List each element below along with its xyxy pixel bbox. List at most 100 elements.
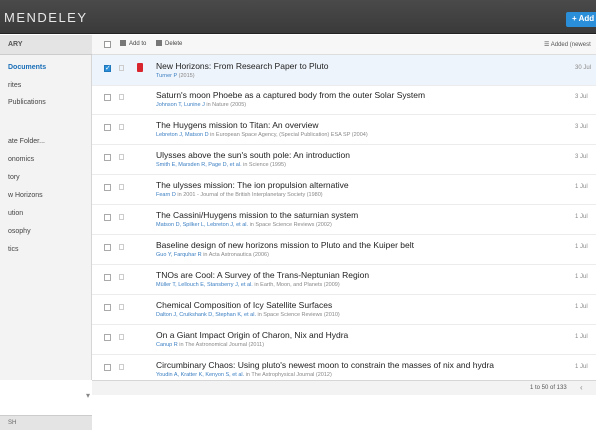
document-authors[interactable]: Smith E, Marsden R, Page D, et al. <box>156 162 242 168</box>
document-title[interactable]: The ulysses mission: The ion propulsion … <box>156 180 349 190</box>
favorite-star-icon[interactable] <box>119 304 124 310</box>
sort-dropdown[interactable]: ☰ Added (newest <box>544 41 591 48</box>
sidebar-item-my-publications[interactable]: Publications <box>8 99 46 106</box>
sort-label: Added (newest <box>550 42 591 48</box>
document-source: in Space Science Reviews (2010) <box>257 312 340 318</box>
document-list: New Horizons: From Research Paper to Plu… <box>92 55 596 379</box>
favorite-star-icon[interactable] <box>119 334 124 340</box>
document-authors[interactable]: Canup R <box>156 342 178 348</box>
select-all-checkbox[interactable] <box>104 41 111 48</box>
document-authors[interactable]: Youdin A, Kratter K, Kenyon S, et al. <box>156 372 244 378</box>
table-row[interactable]: Saturn's moon Phoebe as a captured body … <box>92 84 596 115</box>
favorite-star-icon[interactable] <box>119 364 124 370</box>
sidebar-item-folder-2[interactable]: tory <box>8 174 20 181</box>
table-row[interactable]: The ulysses mission: The ion propulsion … <box>92 174 596 205</box>
document-authors[interactable]: Lebreton J, Matson D <box>156 132 209 138</box>
table-row[interactable]: Circumbinary Chaos: Using pluto's newest… <box>92 354 596 379</box>
favorite-star-icon[interactable] <box>119 214 124 220</box>
favorite-star-icon[interactable] <box>119 244 124 250</box>
document-title[interactable]: Ulysses above the sun's south pole: An i… <box>156 150 350 160</box>
row-checkbox[interactable] <box>104 274 111 281</box>
add-to-label: Add to <box>129 41 147 47</box>
date-added: 1 Jul <box>575 274 588 280</box>
row-checkbox[interactable] <box>104 94 111 101</box>
table-row[interactable]: On a Giant Impact Origin of Charon, Nix … <box>92 324 596 355</box>
favorite-star-icon[interactable] <box>119 154 124 160</box>
app-brand: MENDELEY <box>4 10 88 25</box>
sidebar-item-create-folder[interactable]: ate Folder... <box>8 138 45 145</box>
date-added: 3 Jul <box>575 94 588 100</box>
document-title[interactable]: Baseline design of new horizons mission … <box>156 240 414 250</box>
delete-button[interactable]: Delete <box>156 40 182 47</box>
document-title[interactable]: The Cassini/Huygens mission to the satur… <box>156 210 358 220</box>
document-source: in Science (1995) <box>243 162 286 168</box>
document-title[interactable]: Circumbinary Chaos: Using pluto's newest… <box>156 360 494 370</box>
document-authors[interactable]: Guo Y, Farquhar R <box>156 252 202 258</box>
table-row[interactable]: Ulysses above the sun's south pole: An i… <box>92 144 596 175</box>
document-title[interactable]: Saturn's moon Phoebe as a captured body … <box>156 90 425 100</box>
document-authors[interactable]: Johnson T, Lunine J <box>156 102 205 108</box>
document-meta: Lebreton J, Matson D in European Space A… <box>156 132 368 138</box>
document-source: in The Astrophysical Journal (2012) <box>245 372 332 378</box>
row-checkbox[interactable] <box>104 124 111 131</box>
row-checkbox[interactable] <box>104 184 111 191</box>
document-toolbar: Add to Delete ☰ Added (newest <box>92 35 596 55</box>
favorite-star-icon[interactable] <box>119 274 124 280</box>
sidebar-item-folder-6[interactable]: tics <box>8 246 19 253</box>
document-meta: Guo Y, Farquhar R in Acta Astronautica (… <box>156 252 269 258</box>
sidebar-scroll-arrow-icon[interactable]: ▾ <box>86 391 90 400</box>
table-row[interactable]: The Huygens mission to Titan: An overvie… <box>92 114 596 145</box>
row-checkbox[interactable] <box>104 334 111 341</box>
favorite-star-icon[interactable] <box>119 124 124 130</box>
table-row[interactable]: New Horizons: From Research Paper to Plu… <box>92 55 596 86</box>
document-authors[interactable]: Fearn D <box>156 192 176 198</box>
chevron-left-icon[interactable]: ‹ <box>580 383 583 392</box>
document-title[interactable]: New Horizons: From Research Paper to Plu… <box>156 61 328 71</box>
table-row[interactable]: Chemical Composition of Icy Satellite Su… <box>92 294 596 325</box>
sidebar-item-folder-1[interactable]: onomics <box>8 156 34 163</box>
date-added: 30 Jul <box>575 65 592 71</box>
favorite-star-icon[interactable] <box>119 65 124 71</box>
date-added: 1 Jul <box>575 214 588 220</box>
sidebar-item-folder-5[interactable]: osophy <box>8 228 31 235</box>
table-row[interactable]: Baseline design of new horizons mission … <box>92 234 596 265</box>
sidebar-item-new-horizons[interactable]: w Horizons <box>8 192 43 199</box>
row-checkbox[interactable] <box>104 154 111 161</box>
document-source: in 2001 - Journal of the British Interpl… <box>177 192 323 198</box>
document-meta: Müller T, Lellouch E, Stansberry J, et a… <box>156 282 340 288</box>
row-checkbox[interactable] <box>104 214 111 221</box>
document-title[interactable]: The Huygens mission to Titan: An overvie… <box>156 120 319 130</box>
date-added: 1 Jul <box>575 304 588 310</box>
top-bar: MENDELEY + Add <box>0 0 596 34</box>
row-checkbox[interactable] <box>104 64 111 72</box>
date-added: 1 Jul <box>575 364 588 370</box>
document-meta: Johnson T, Lunine J in Nature (2005) <box>156 102 246 108</box>
pdf-icon[interactable] <box>137 63 143 72</box>
table-row[interactable]: The Cassini/Huygens mission to the satur… <box>92 204 596 235</box>
document-authors[interactable]: Dalton J, Cruikshank D, Stephan K, et al… <box>156 312 256 318</box>
folder-icon <box>120 40 126 46</box>
row-checkbox[interactable] <box>104 304 111 311</box>
table-row[interactable]: TNOs are Cool: A Survey of the Trans-Nep… <box>92 264 596 295</box>
status-bar: 1 to 50 of 133 ‹ <box>92 380 596 395</box>
favorite-star-icon[interactable] <box>119 94 124 100</box>
document-title[interactable]: On a Giant Impact Origin of Charon, Nix … <box>156 330 348 340</box>
row-checkbox[interactable] <box>104 364 111 371</box>
date-added: 1 Jul <box>575 244 588 250</box>
add-button[interactable]: + Add <box>566 12 596 27</box>
document-meta: Fearn D in 2001 - Journal of the British… <box>156 192 323 198</box>
document-authors[interactable]: Müller T, Lellouch E, Stansberry J, et a… <box>156 282 253 288</box>
row-checkbox[interactable] <box>104 244 111 251</box>
list-view-icon: ☰ <box>544 42 550 48</box>
document-source: in European Space Agency, (Special Publi… <box>210 132 368 138</box>
document-authors[interactable]: Matson D, Spilker L, Lebreton J, et al. <box>156 222 248 228</box>
sidebar-item-folder-4[interactable]: ution <box>8 210 23 217</box>
date-added: 3 Jul <box>575 154 588 160</box>
document-title[interactable]: TNOs are Cool: A Survey of the Trans-Nep… <box>156 270 369 280</box>
document-authors[interactable]: Turner P <box>156 73 177 79</box>
favorite-star-icon[interactable] <box>119 184 124 190</box>
sidebar-item-all-documents[interactable]: Documents <box>8 64 46 71</box>
add-to-button[interactable]: Add to <box>120 40 146 47</box>
document-title[interactable]: Chemical Composition of Icy Satellite Su… <box>156 300 332 310</box>
sidebar-item-favorites[interactable]: rites <box>8 82 21 89</box>
